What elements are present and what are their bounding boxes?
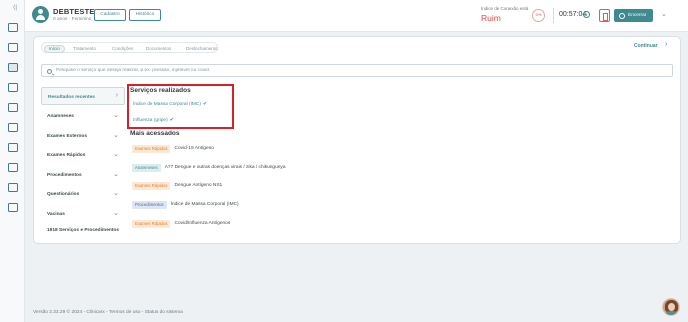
done-service-item[interactable]: Índice de Massa Corporal (IMC) ✔ [133, 101, 207, 107]
chevron-right-icon: › [115, 92, 118, 99]
servicos-realizados-title: Serviços realizados [130, 87, 191, 94]
service-card: Início Tratamento Condições Documentos D… [33, 36, 681, 244]
service-name: A77 Dengue e outras doenças virais / zik… [164, 165, 286, 170]
category-resultados-recentes[interactable]: Resultados recentes › [41, 87, 125, 105]
search-doc-icon[interactable] [8, 203, 18, 212]
category-label: Vacinas [47, 212, 65, 217]
bank-icon[interactable] [8, 163, 18, 172]
tab-inicio[interactable]: Início [44, 44, 65, 53]
category-badge: Anamneses [132, 164, 161, 172]
done-service-label: Influenza (gripe) [133, 118, 168, 123]
chevron-down-icon: ⌄ [113, 112, 119, 119]
home-icon[interactable] [8, 23, 18, 32]
category-label: Questionários [47, 192, 80, 197]
stop-icon [619, 12, 625, 19]
category-label: 1918 Serviços e Procedimentos [47, 228, 119, 233]
service-search[interactable] [41, 64, 673, 77]
list-item[interactable]: Exames Rápidos Covid/Influenza Antígenos [132, 220, 230, 228]
done-service-item[interactable]: Influenza (gripe) ✔ [133, 117, 174, 123]
service-name: Covid/Influenza Antígenos [174, 221, 231, 226]
check-icon: ✔ [169, 117, 174, 123]
footer-text: Versão 2.33.29 © 2024 - Clinicarx - Term… [33, 310, 183, 315]
category-questionarios[interactable]: Questionários ⌄ [41, 185, 125, 203]
divider [553, 8, 554, 23]
encerrar-button[interactable]: Encerrar [614, 9, 653, 22]
category-exames-rapidos[interactable]: Exames Rápidos ⌄ [41, 146, 125, 164]
chevron-down-icon: ⌄ [113, 210, 119, 217]
category-badge: Exames Rápidos [132, 182, 171, 190]
list-item[interactable]: Procedimentos Índice de Massa Corporal (I… [132, 201, 239, 209]
category-badge: Exames Rápidos [132, 220, 171, 228]
calendar-icon[interactable] [8, 83, 18, 92]
category-label: Exames Rápidos [47, 153, 86, 158]
patient-name: DEBTESTE [53, 7, 95, 16]
tab-documentos[interactable]: Documentos [146, 45, 171, 53]
chart-icon[interactable] [8, 43, 18, 52]
list-item[interactable]: Exames Rápidos Dengue Antígeno NS1 [132, 182, 222, 190]
category-label: Exames Externos [47, 134, 87, 139]
chevron-down-icon: ⌄ [113, 171, 119, 178]
chevron-down-icon: ⌄ [113, 190, 119, 197]
service-name: Dengue Antígeno NS1 [174, 183, 223, 188]
historico-button[interactable]: Histórico [129, 9, 161, 21]
chat-assistant-avatar[interactable] [662, 298, 680, 316]
users-icon[interactable] [8, 123, 18, 132]
connection-index-value: Ruim [481, 13, 501, 23]
category-label: Procedimentos [47, 173, 82, 178]
category-anamneses[interactable]: Anamneses ⌄ [41, 107, 125, 125]
tab-condicoes[interactable]: Condições [112, 45, 133, 53]
category-label: Anamneses [47, 114, 74, 119]
connection-index-label: Índice de Conexão está [481, 6, 529, 11]
sidebar: ⟨| [0, 0, 25, 322]
patient-avatar-icon [32, 6, 49, 23]
id-card-icon[interactable] [8, 183, 18, 192]
done-service-label: Índice de Massa Corporal (IMC) [133, 102, 201, 107]
building-icon[interactable] [8, 103, 18, 112]
pause-icon[interactable]: ‖ [583, 11, 590, 18]
service-name: Índice de Massa Corporal (IMC) [170, 202, 239, 207]
search-icon [47, 68, 52, 74]
service-name: Covid-19 Antígeno [174, 146, 214, 151]
list-item[interactable]: Exames Rápidos Covid-19 Antígeno [132, 145, 214, 153]
cadastro-button[interactable]: Cadastro [94, 9, 126, 21]
chevron-down-icon: ⌄ [113, 132, 119, 139]
all-services-count[interactable]: 1918 Serviços e Procedimentos [41, 221, 125, 239]
collapse-icon[interactable]: ⟨| [13, 4, 23, 12]
tab-tratamento[interactable]: Tratamento [73, 45, 96, 53]
stethoscope-icon[interactable] [8, 63, 18, 72]
chevron-down-icon[interactable]: ⌄ [661, 10, 667, 18]
patient-header: DEBTESTE 0 anos · Feminino Cadastro Hist… [25, 0, 688, 32]
category-procedimentos[interactable]: Procedimentos ⌄ [41, 166, 125, 184]
category-badge: Exames Rápidos [132, 145, 171, 153]
step-tabs: Início Tratamento Condições Documentos D… [41, 42, 218, 53]
check-icon: ✔ [202, 101, 208, 107]
tab-desfechamento[interactable]: Desfechamento [186, 45, 218, 53]
encerrar-label: Encerrar [628, 13, 647, 18]
connection-percent: 0% [532, 9, 545, 22]
category-label: Resultados recentes [48, 95, 95, 100]
continuar-button[interactable]: Continuar [634, 43, 658, 49]
list-item[interactable]: Anamneses A77 Dengue e outras doenças vir… [132, 164, 286, 172]
category-exames-externos[interactable]: Exames Externos ⌄ [41, 127, 125, 145]
chevron-right-icon[interactable]: › [665, 41, 667, 48]
category-badge: Procedimentos [132, 201, 167, 209]
patient-info: 0 anos · Feminino [53, 17, 92, 22]
delete-button[interactable] [599, 9, 610, 22]
mais-acessados-title: Mais acessados [130, 130, 180, 137]
search-input[interactable] [56, 66, 656, 75]
folder-icon[interactable] [8, 143, 18, 152]
chevron-down-icon: ⌄ [113, 151, 119, 158]
